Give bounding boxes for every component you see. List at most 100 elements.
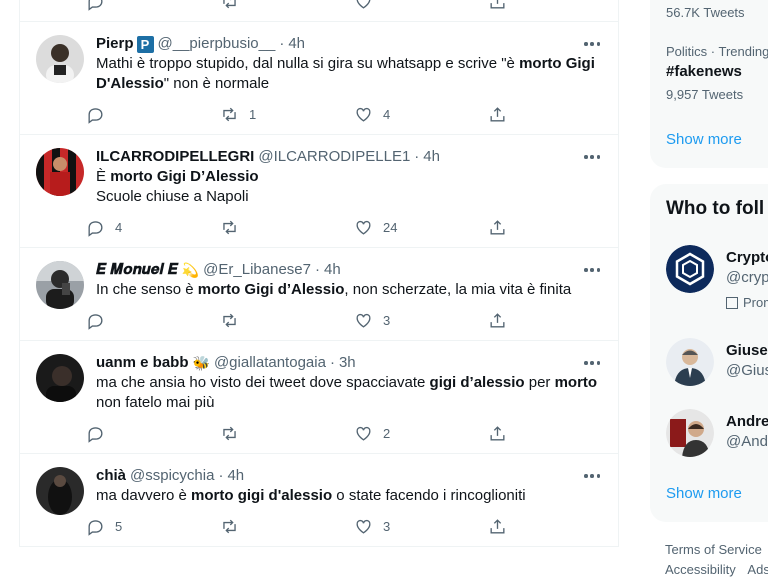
follow-handle[interactable]: @Gius	[726, 362, 768, 379]
more-options-icon[interactable]	[582, 149, 602, 165]
separator-dot: ·	[279, 35, 285, 52]
retweet-action[interactable]	[220, 218, 354, 237]
accessibility-link[interactable]: Accessibility	[665, 562, 736, 577]
more-options-icon[interactable]	[582, 355, 602, 371]
separator-dot: ·	[414, 148, 420, 165]
terms-link[interactable]: Terms of Service	[665, 540, 768, 560]
more-options-icon[interactable]	[582, 262, 602, 278]
show-more-link[interactable]: Show more	[666, 485, 742, 502]
more-options-icon[interactable]	[582, 468, 602, 484]
highlighted-text: morto Gigi D’Alessio	[110, 168, 259, 185]
retweet-action[interactable]: 1	[220, 105, 354, 124]
username[interactable]: @Er_Libanese7	[203, 260, 311, 280]
ads-link[interactable]: Ads	[747, 562, 768, 577]
follow-name[interactable]: Giusep	[726, 342, 768, 359]
avatar[interactable]	[36, 261, 84, 309]
reply-action[interactable]	[86, 0, 220, 11]
retweet-action[interactable]	[220, 311, 354, 330]
reply-count: 4	[115, 219, 123, 235]
timestamp[interactable]: 3h	[339, 353, 356, 373]
text-segment: , non scherzate, la mia vita è finita	[344, 281, 572, 298]
reply-icon	[88, 107, 103, 124]
share-action[interactable]	[488, 218, 518, 237]
timestamp[interactable]: 4h	[423, 147, 440, 167]
like-count: 3	[383, 518, 391, 534]
display-name[interactable]: ILCARRODIPELLEGRI	[96, 147, 254, 167]
heart-icon	[356, 519, 371, 534]
tweet-text: È morto Gigi D’Alessio Scuole chiuse a Na…	[96, 167, 602, 207]
timestamp[interactable]: 4h	[324, 260, 341, 280]
reply-action[interactable]	[86, 105, 220, 124]
tweet-text: In che senso è morto Gigi d’Alessio, non…	[96, 280, 602, 300]
username[interactable]: @giallatantogaia	[214, 353, 326, 373]
trend-tweet-count: 56.7K Tweets	[666, 5, 745, 20]
username[interactable]: @__pierpbusio__	[158, 34, 276, 54]
like-action[interactable]: 4	[354, 105, 488, 124]
heart-icon	[356, 107, 371, 122]
share-action[interactable]	[488, 424, 518, 443]
retweet-icon	[223, 313, 236, 327]
more-options-icon[interactable]	[582, 36, 602, 52]
timestamp[interactable]: 4h	[288, 34, 305, 54]
share-icon	[490, 425, 505, 441]
like-count: 24	[383, 219, 398, 235]
reply-icon	[88, 426, 103, 443]
separator-dot: ·	[314, 261, 320, 278]
like-action[interactable]: 24	[354, 218, 488, 237]
display-name[interactable]: chià	[96, 466, 126, 486]
tweet[interactable]: Pierp P @__pierpbusio__ · 4h Mathi è tro…	[20, 22, 618, 135]
share-icon	[490, 312, 505, 328]
follow-name[interactable]: Crypto	[726, 249, 768, 266]
follow-name[interactable]: Andre	[726, 413, 768, 430]
show-more-link[interactable]: Show more	[666, 131, 742, 148]
text-segment: ma davvero è	[96, 487, 192, 504]
avatar[interactable]	[36, 354, 84, 402]
share-action[interactable]	[488, 105, 518, 124]
like-action[interactable]: 3	[354, 517, 488, 536]
tweet-partial[interactable]	[20, 0, 618, 22]
reply-action[interactable]	[86, 311, 220, 330]
retweet-action[interactable]	[220, 517, 354, 536]
tweet-text: ma che ansia ho visto dei tweet dove spa…	[96, 373, 602, 413]
username[interactable]: @ILCARRODIPELLE1	[258, 147, 410, 167]
reply-action[interactable]: 4	[86, 218, 220, 237]
tweet[interactable]: uanm e babb 🐝 @giallatantogaia · 3h ma c…	[20, 341, 618, 454]
share-action[interactable]	[488, 0, 518, 11]
tweet-actions: 2	[86, 413, 602, 453]
text-segment: o state facendo i rincoglioniti	[332, 487, 526, 504]
reply-icon	[88, 220, 103, 237]
retweet-action[interactable]	[220, 0, 354, 11]
avatar[interactable]	[666, 245, 714, 293]
retweet-icon	[223, 519, 236, 533]
avatar[interactable]	[36, 148, 84, 196]
share-action[interactable]	[488, 311, 518, 330]
like-action[interactable]	[354, 0, 488, 11]
share-action[interactable]	[488, 517, 518, 536]
trend-hashtag[interactable]: #fakenews	[666, 63, 742, 80]
like-action[interactable]: 3	[354, 311, 488, 330]
avatar[interactable]	[666, 409, 714, 457]
display-name[interactable]: Pierp	[96, 34, 134, 54]
tweet[interactable]: 𝑬 𝑴𝒐𝒏𝒖𝒆𝒍 𝑬 💫 @Er_Libanese7 · 4h In che s…	[20, 248, 618, 341]
follow-handle[interactable]: @cryp	[726, 269, 768, 286]
share-icon	[490, 106, 505, 122]
tweet-header: Pierp P @__pierpbusio__ · 4h	[96, 34, 602, 54]
avatar[interactable]	[36, 35, 84, 83]
username[interactable]: @sspicychia	[130, 466, 214, 486]
avatar[interactable]	[666, 338, 714, 386]
reply-action[interactable]: 5	[86, 517, 220, 536]
like-count: 2	[383, 425, 391, 441]
reply-count: 5	[115, 518, 123, 534]
timestamp[interactable]: 4h	[227, 466, 244, 486]
tweet[interactable]: chià @sspicychia · 4h ma davvero è morto…	[20, 454, 618, 547]
tweet[interactable]: ILCARRODIPELLEGRI @ILCARRODIPELLE1 · 4h …	[20, 135, 618, 248]
like-action[interactable]: 2	[354, 424, 488, 443]
display-name[interactable]: uanm e babb	[96, 353, 189, 373]
tweet-actions: 5 3	[86, 506, 602, 546]
text-segment: per	[524, 374, 555, 391]
retweet-action[interactable]	[220, 424, 354, 443]
avatar[interactable]	[36, 467, 84, 515]
follow-handle[interactable]: @Andr	[726, 433, 768, 450]
reply-action[interactable]	[86, 424, 220, 443]
display-name[interactable]: 𝑬 𝑴𝒐𝒏𝒖𝒆𝒍 𝑬	[96, 260, 178, 280]
